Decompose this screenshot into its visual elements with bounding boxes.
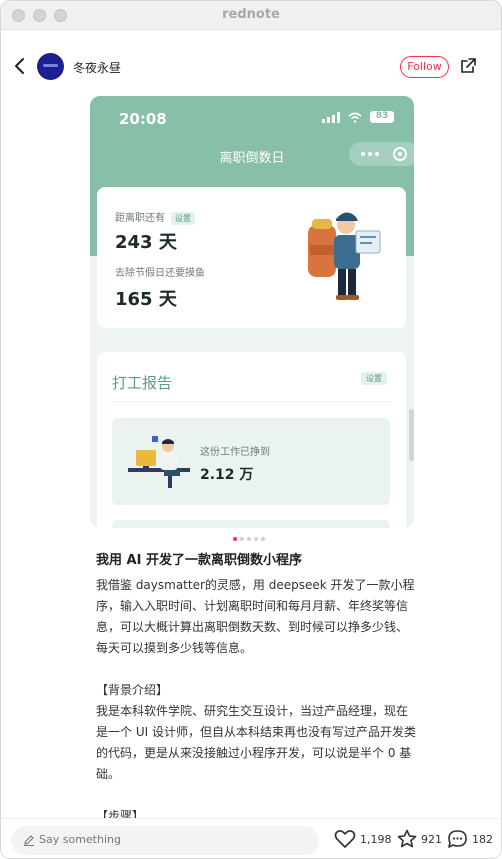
miniapp-capsule	[349, 142, 414, 166]
title-bar: rednote	[1, 1, 501, 30]
comment-bubble-icon	[448, 830, 467, 848]
post-body: 我用 AI 开发了一款离职倒数小程序 我借鉴 daysmatter的灵感，用 d…	[96, 550, 418, 848]
share-icon[interactable]	[459, 57, 477, 75]
comment-placeholder: Say something	[39, 833, 121, 846]
like-count: 1,198	[360, 832, 392, 846]
workdays-label: 去除节假日还要摸鱼	[115, 268, 205, 279]
star-icon	[397, 829, 417, 848]
section-heading: 【背景介绍】	[96, 683, 169, 697]
pager-dot[interactable]	[233, 537, 237, 541]
collect-count: 921	[421, 832, 442, 846]
comment-input[interactable]: Say something	[11, 826, 319, 855]
back-icon[interactable]	[13, 57, 27, 75]
heart-icon	[334, 830, 356, 848]
comment-count: 182	[472, 832, 493, 846]
workdays-remaining: 165 天	[115, 289, 177, 310]
wifi-icon	[348, 112, 362, 123]
window-title: rednote	[222, 7, 280, 22]
pager-dot[interactable]	[254, 537, 258, 541]
battery-icon: 83	[370, 111, 394, 123]
settings-tag: 设置	[171, 212, 195, 225]
pager-dot[interactable]	[261, 537, 265, 541]
pen-icon	[24, 835, 34, 846]
collect-button[interactable]: 921	[397, 829, 442, 849]
status-time: 20:08	[119, 110, 167, 128]
countdown-label: 距离职还有 设置	[115, 209, 195, 225]
earned-label: 这份工作已挣到	[200, 447, 270, 458]
work-report-settings-tag: 设置	[361, 372, 387, 385]
earned-value: 2.12 万	[200, 467, 254, 483]
next-report-box	[112, 520, 390, 528]
desk-worker-illustration	[128, 436, 190, 488]
post-image[interactable]: 20:08 83 离职倒数日 距离职还有 设置 243 天 去除节假日还要摸鱼 1…	[90, 96, 414, 528]
traveler-illustration	[308, 212, 381, 300]
image-scrollbar	[409, 409, 414, 461]
work-report-title: 打工报告	[112, 374, 173, 392]
bottom-action-bar: Say something 1,198 921 182	[1, 818, 501, 858]
countdown-label-text: 距离职还有	[115, 213, 165, 224]
signal-icon	[322, 111, 340, 123]
pager-dot[interactable]	[240, 537, 244, 541]
status-icons: 83	[322, 111, 394, 123]
author-name[interactable]: 冬夜永昼	[73, 59, 121, 76]
post-title: 我用 AI 开发了一款离职倒数小程序	[96, 553, 302, 568]
countdown-card: 距离职还有 设置 243 天 去除节假日还要摸鱼 165 天	[97, 187, 406, 328]
comment-button[interactable]: 182	[447, 829, 493, 849]
post-header: 冬夜永昼 Follow	[1, 30, 501, 100]
image-pager[interactable]	[233, 537, 265, 541]
more-icon	[361, 152, 379, 156]
earnings-box: 这份工作已挣到 2.12 万	[112, 418, 390, 505]
like-button[interactable]: 1,198	[334, 829, 392, 849]
app-window: rednote 冬夜永昼 Follow 20:08 83 离职倒数日 距离职还有…	[0, 0, 502, 859]
author-avatar[interactable]	[37, 53, 64, 80]
days-remaining: 243 天	[115, 232, 177, 253]
post-paragraph: 我是本科软件学院、研究生交互设计，当过产品经理，现在是一个 UI 设计师，但自从…	[96, 704, 416, 781]
divider	[112, 401, 391, 402]
follow-button[interactable]: Follow	[400, 56, 449, 78]
close-miniapp-icon	[393, 147, 407, 161]
work-report-card: 打工报告 设置 这份工作已挣到 2.12 万	[97, 352, 406, 528]
post-paragraph: 我借鉴 daysmatter的灵感，用 deepseek 开发了一款小程序，输入…	[96, 578, 415, 655]
pager-dot[interactable]	[247, 537, 251, 541]
